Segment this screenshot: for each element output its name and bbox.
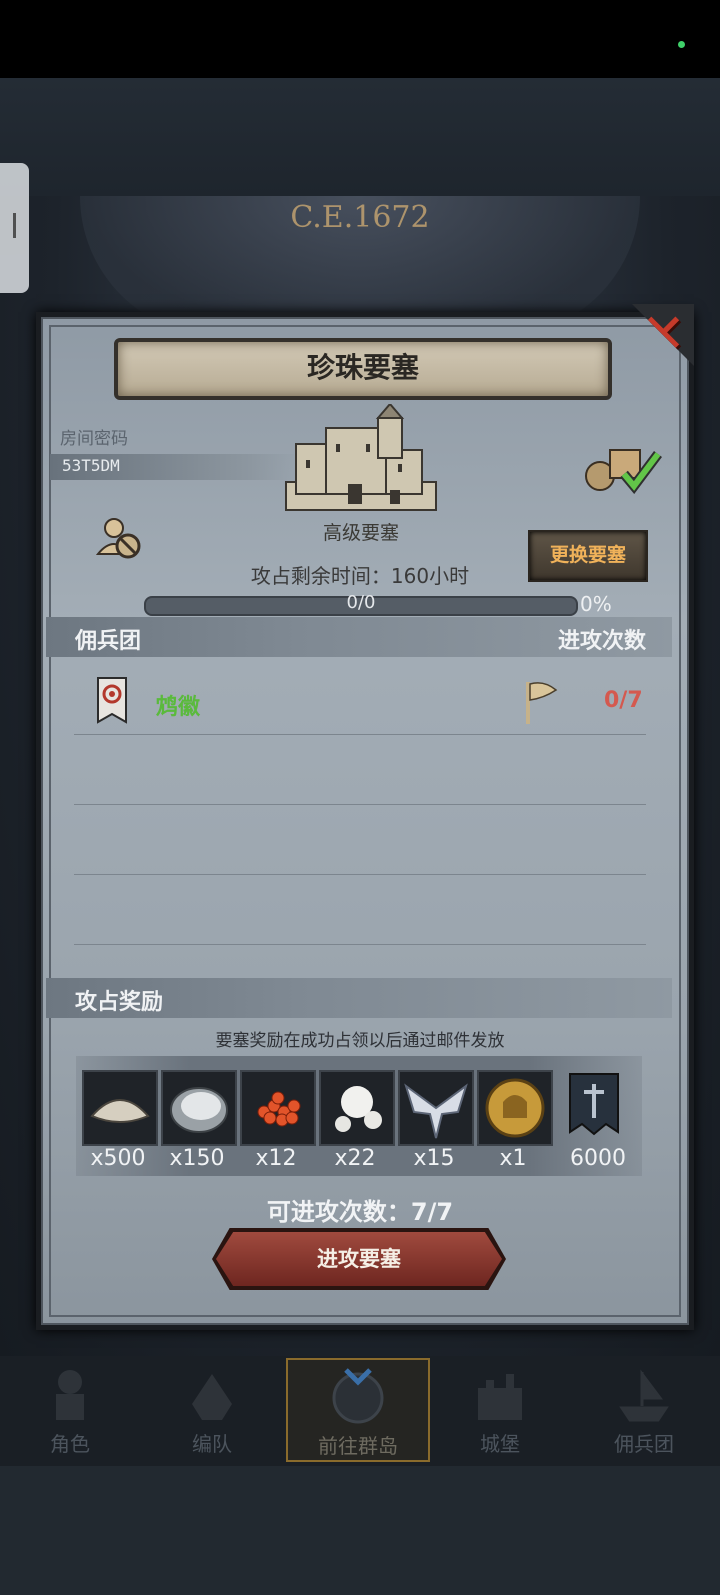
dialog-title: 珍珠要塞: [306, 351, 419, 384]
row-divider: [74, 734, 646, 735]
tab-islands[interactable]: 前往群岛: [286, 1358, 430, 1462]
ship-icon: [619, 1369, 669, 1422]
reward-item[interactable]: [240, 1070, 316, 1146]
row-divider: [74, 804, 646, 805]
tab-label: 角色: [50, 1432, 90, 1456]
reward-qty: x15: [413, 1146, 455, 1171]
side-panel-handle[interactable]: [0, 163, 29, 293]
reward-qty: x1: [499, 1146, 527, 1171]
supplies-claimed-icon[interactable]: [582, 444, 664, 494]
attack-fortress-label: 进攻要塞: [317, 1247, 401, 1271]
row-divider: [74, 874, 646, 875]
remaining-time-label: 攻占剩余时间：160小时: [250, 564, 470, 588]
capture-progress-text: 0/0: [346, 592, 376, 613]
reward-note: 要塞奖励在成功占领以后通过邮件发放: [215, 1031, 505, 1051]
pearls-icon: [335, 1086, 382, 1132]
tab-castle[interactable]: 城堡: [430, 1358, 570, 1458]
attack-count-header: 进攻次数: [557, 629, 646, 654]
flag-icon: [526, 682, 558, 724]
reward-item[interactable]: [477, 1070, 553, 1146]
user-blocked-icon[interactable]: [96, 516, 142, 560]
era-label: C.E.1672: [290, 200, 430, 235]
mercenary-header: 佣兵团: [75, 629, 142, 654]
bottom-background: [0, 1466, 720, 1595]
knight-coin-icon: [485, 1078, 545, 1138]
castle-icon: [478, 1374, 522, 1420]
reward-header: 攻占奖励: [75, 990, 164, 1015]
room-password-label: 房间密码: [60, 429, 128, 449]
formation-icon: [192, 1374, 232, 1420]
reward-qty: x150: [169, 1146, 225, 1171]
roe-icon: [257, 1091, 301, 1127]
oyster-icon: [170, 1087, 228, 1133]
tab-label: 佣兵团: [614, 1432, 674, 1456]
room-password-field: 53T5DM: [50, 454, 300, 480]
tab-label: 前往群岛: [318, 1434, 398, 1458]
guild-attack-count: 0/7: [604, 688, 643, 713]
reward-item[interactable]: [319, 1070, 395, 1146]
guild-row[interactable]: [46, 664, 672, 734]
reward-qty: x22: [334, 1146, 376, 1171]
reward-qty: 6000: [570, 1146, 626, 1171]
knight-icon: [56, 1370, 84, 1420]
attack-attempts-label: 可进攻次数：7/7: [266, 1198, 454, 1226]
tab-character[interactable]: 角色: [0, 1358, 140, 1458]
room-password-value: 53T5DM: [62, 456, 120, 475]
guild-name: 鸩徽: [156, 695, 201, 720]
tab-label: 编队: [192, 1432, 232, 1456]
reward-qty: x500: [90, 1146, 146, 1171]
fortress-type-label: 高级要塞: [322, 522, 399, 544]
fortress-castle-icon: [285, 404, 437, 511]
reward-item[interactable]: [566, 1070, 622, 1142]
tab-mercenary[interactable]: 佣兵团: [574, 1358, 714, 1458]
attack-fortress-button[interactable]: 进攻要塞: [216, 1232, 502, 1286]
guild-banner-icon: [569, 1073, 619, 1136]
status-indicator-dot: [678, 41, 685, 48]
sand-pile-icon: [90, 1099, 150, 1123]
winged-emblem-icon: [404, 1083, 468, 1139]
row-divider: [74, 944, 646, 945]
status-bar: [0, 0, 720, 78]
compass-icon: [332, 1368, 384, 1424]
top-background: [0, 78, 720, 196]
tab-label: 城堡: [480, 1432, 520, 1456]
reward-item[interactable]: [82, 1070, 158, 1146]
tab-formation[interactable]: 编队: [142, 1358, 282, 1458]
reward-item[interactable]: [161, 1070, 237, 1146]
capture-progress-percent: 0%: [580, 592, 612, 616]
guild-banner-icon: [97, 677, 127, 724]
reward-qty: x12: [255, 1146, 297, 1171]
reward-item[interactable]: [398, 1070, 474, 1146]
